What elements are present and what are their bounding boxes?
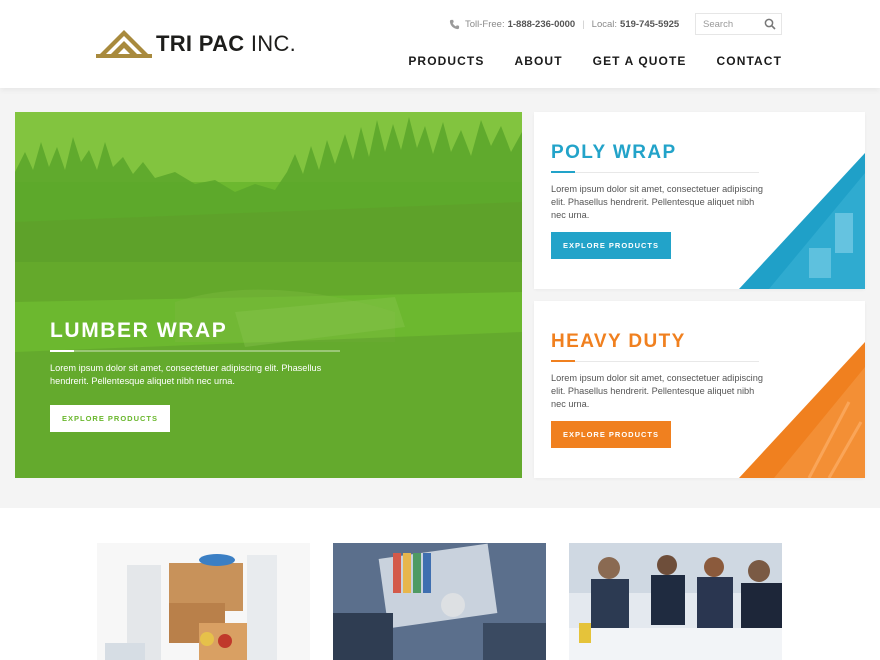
lumber-wrap-content: LUMBER WRAP Lorem ipsum dolor sit amet, … (50, 319, 350, 432)
design-table-image (333, 543, 546, 660)
toll-free-number[interactable]: 1-888-236-0000 (508, 19, 576, 30)
local-label: Local: (591, 18, 618, 30)
lumber-wrap-description: Lorem ipsum dolor sit amet, consectetuer… (50, 363, 322, 386)
search-box (695, 13, 782, 35)
search-input[interactable] (696, 14, 762, 34)
contact-info: Toll-Free: 1-888-236-0000 | Local: 519-7… (449, 17, 679, 31)
phone-icon (449, 19, 460, 29)
poly-wrap-description: Lorem ipsum dolor sit amet, consectetuer… (551, 184, 763, 220)
contact-separator: | (582, 18, 585, 30)
title-divider (551, 171, 759, 173)
site-header: TRI PAC INC. Toll-Free: 1-888-236-0000 |… (0, 0, 880, 88)
nav-contact[interactable]: CONTACT (717, 54, 782, 68)
poly-wrap-title: POLY WRAP (551, 142, 677, 163)
nav-about[interactable]: ABOUT (514, 54, 562, 68)
design-table-photo[interactable] (333, 543, 546, 660)
poly-wrap-content: POLY WRAP Lorem ipsum dolor sit amet, co… (551, 142, 763, 259)
packaging-products-photo[interactable] (97, 543, 310, 660)
heavy-duty-product-image (739, 342, 865, 478)
heavy-explore-products-button[interactable]: EXPLORE PRODUCTS (551, 421, 672, 448)
lumber-explore-products-button[interactable]: EXPLORE PRODUCTS (50, 405, 171, 432)
heavy-duty-title: HEAVY DUTY (551, 331, 686, 352)
poly-wrap-card: POLY WRAP Lorem ipsum dolor sit amet, co… (534, 112, 865, 289)
heavy-duty-card: HEAVY DUTY Lorem ipsum dolor sit amet, c… (534, 301, 865, 478)
business-team-image (569, 543, 782, 660)
logo-text-light: INC. (250, 31, 297, 56)
packaging-products-image (97, 543, 310, 660)
logo-mark-icon (96, 30, 152, 58)
toll-free-label: Toll-Free: (465, 18, 505, 30)
logo-text-bold: TRI PAC (156, 31, 245, 56)
logo-wordmark: TRI PAC INC. (156, 33, 296, 55)
company-logo[interactable]: TRI PAC INC. (96, 28, 296, 60)
lumber-wrap-title: LUMBER WRAP (50, 319, 228, 342)
search-icon[interactable] (764, 18, 776, 30)
heavy-duty-content: HEAVY DUTY Lorem ipsum dolor sit amet, c… (551, 331, 763, 448)
poly-wrap-product-image (739, 153, 865, 289)
poly-explore-products-button[interactable]: EXPLORE PRODUCTS (551, 232, 672, 259)
nav-get-a-quote[interactable]: GET A QUOTE (593, 54, 687, 68)
nav-products[interactable]: PRODUCTS (408, 54, 484, 68)
lumber-wrap-hero: LUMBER WRAP Lorem ipsum dolor sit amet, … (15, 112, 522, 478)
main-nav: PRODUCTS ABOUT GET A QUOTE CONTACT (378, 54, 782, 68)
heavy-duty-description: Lorem ipsum dolor sit amet, consectetuer… (551, 373, 763, 409)
title-divider (50, 350, 340, 352)
title-divider (551, 360, 759, 362)
local-number[interactable]: 519-745-5925 (620, 19, 679, 30)
business-team-photo[interactable] (569, 543, 782, 660)
